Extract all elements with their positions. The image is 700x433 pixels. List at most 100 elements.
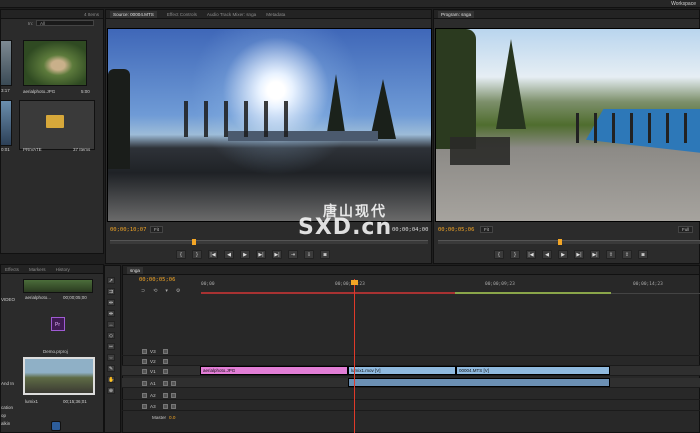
pen-tool-icon[interactable]: ✎ (107, 365, 115, 372)
step-forward-button[interactable]: ▶| (256, 250, 266, 259)
premiere-project-icon[interactable]: Pr (51, 317, 65, 331)
timeline-timecode[interactable]: 00;00;05;06 (139, 277, 175, 283)
hand-tool-icon[interactable]: ✋ (107, 376, 115, 383)
tab-markers[interactable]: Markers (29, 267, 46, 272)
track-header: Master 0.0 (122, 412, 200, 422)
go-to-out-button[interactable]: ▶| (272, 250, 282, 259)
aerialphoto-media-thumb[interactable] (23, 279, 93, 293)
export-frame-button[interactable]: ◙ (320, 250, 330, 259)
program-fit-dropdown[interactable]: Fit (480, 226, 493, 233)
tab-program[interactable]: Program: snga (438, 10, 475, 18)
razor-tool-icon[interactable]: ◇ (107, 332, 115, 339)
tab-effects[interactable]: Effects (5, 267, 19, 272)
timeline-playhead-handle[interactable] (351, 280, 358, 285)
program-zoom-dropdown[interactable]: Full (678, 226, 694, 233)
snap-icon[interactable]: ⊃ (141, 288, 145, 294)
step-forward-button[interactable]: ▶| (574, 250, 584, 259)
wrench-icon[interactable]: ⚙ (176, 288, 180, 294)
export-frame-button[interactable]: ◙ (638, 250, 648, 259)
track-select-tool-icon[interactable]: ⇉ (107, 288, 115, 295)
add-marker-icon[interactable]: ▾ (165, 288, 168, 294)
media-item-name: aerialphoto... (25, 295, 52, 300)
linked-selection-icon[interactable]: ⟲ (153, 288, 157, 294)
workspace-label[interactable]: Workspace (671, 1, 696, 7)
mark-in-button[interactable]: { (176, 250, 186, 259)
step-back-button[interactable]: ◀ (224, 250, 234, 259)
source-video-frame[interactable] (107, 28, 432, 222)
slip-tool-icon[interactable]: ⇿ (107, 343, 115, 350)
solo-icon[interactable] (171, 380, 176, 386)
mute-icon[interactable] (163, 380, 168, 386)
source-scrubber[interactable] (110, 239, 428, 245)
mute-icon[interactable] (163, 403, 168, 409)
project-panel: 4 Items In: All 3:17 aerialphoto.JPG 5:0… (0, 9, 104, 254)
mark-out-button[interactable]: } (192, 250, 202, 259)
source-playhead[interactable] (192, 239, 196, 245)
media-item-name: Demo.prproj (43, 349, 68, 354)
lock-icon[interactable] (142, 358, 147, 364)
tab-sequence[interactable]: snga (127, 266, 143, 274)
ripple-edit-tool-icon[interactable]: ⇹ (107, 299, 115, 306)
program-playhead[interactable] (558, 239, 562, 245)
eye-icon[interactable] (163, 368, 168, 374)
program-timecode[interactable]: 00;00;05;06 (438, 227, 474, 233)
private-folder-item[interactable] (19, 100, 95, 150)
go-to-out-button[interactable]: ▶| (590, 250, 600, 259)
side-label: And In (1, 381, 15, 386)
extract-button[interactable]: ⇪ (622, 250, 632, 259)
tab-source[interactable]: Source: 00004.MTS (110, 10, 157, 18)
mark-out-button[interactable]: } (510, 250, 520, 259)
timeline-playhead-line[interactable] (354, 279, 355, 433)
tab-audio-mixer[interactable]: Audio Track Mixer: snga (207, 12, 256, 17)
tree-silhouette (108, 69, 130, 169)
lock-icon[interactable] (142, 392, 147, 398)
audio-clip[interactable] (348, 378, 610, 387)
mute-icon[interactable] (163, 392, 168, 398)
project-item-name: aerialphoto.JPG (23, 89, 56, 94)
lock-icon[interactable] (142, 403, 147, 409)
source-fit-dropdown[interactable]: Fit (150, 226, 163, 233)
program-scrubber[interactable] (438, 239, 700, 245)
work-area-bar[interactable] (455, 292, 611, 294)
insert-button[interactable]: ⇥ (288, 250, 298, 259)
tab-metadata[interactable]: Metadata (266, 12, 285, 17)
mark-in-button[interactable]: { (494, 250, 504, 259)
clip-00004[interactable]: 00004.MTS [V] (456, 366, 610, 375)
eye-icon[interactable] (163, 358, 168, 364)
time-ruler[interactable]: 00;00 00;00;04;23 00;00;09;23 00;00;14;2… (201, 280, 700, 294)
clip-lumix1[interactable]: lumix1.mov [V] (348, 366, 456, 375)
lumix1-media-thumb[interactable] (23, 357, 95, 395)
go-to-in-button[interactable]: |◀ (208, 250, 218, 259)
tab-history[interactable]: History (56, 267, 70, 272)
in-dropdown[interactable]: All (36, 20, 95, 26)
go-to-in-button[interactable]: |◀ (526, 250, 536, 259)
solo-icon[interactable] (171, 392, 176, 398)
solo-icon[interactable] (171, 403, 176, 409)
step-back-button[interactable]: ◀ (542, 250, 552, 259)
master-value[interactable]: 0.0 (169, 415, 175, 420)
project-item-thumb[interactable] (0, 40, 12, 86)
selection-tool-icon[interactable]: ➚ (107, 277, 115, 284)
program-video-frame[interactable] (435, 28, 700, 222)
lock-icon[interactable] (142, 380, 147, 386)
source-timecode-left[interactable]: 00;00;10;07 (110, 227, 146, 233)
clip-aerialphoto[interactable]: aerialphoto.JPG (200, 366, 348, 375)
media-item-thumb[interactable] (51, 421, 61, 431)
overwrite-button[interactable]: ⇩ (304, 250, 314, 259)
project-item-thumb[interactable] (0, 100, 12, 146)
rate-stretch-tool-icon[interactable]: ↔ (107, 321, 115, 328)
play-button[interactable]: ▶ (240, 250, 250, 259)
play-button[interactable]: ▶ (558, 250, 568, 259)
slide-tool-icon[interactable]: ⇔ (107, 354, 115, 361)
aerialphoto-thumb[interactable] (23, 40, 87, 86)
media-item-duration: 00;15;36;01 (63, 399, 87, 404)
side-label: op (1, 413, 7, 418)
rolling-edit-tool-icon[interactable]: ⇼ (107, 310, 115, 317)
work-area-bar[interactable] (201, 292, 455, 294)
zoom-tool-icon[interactable]: ⊕ (107, 387, 115, 394)
lock-icon[interactable] (142, 368, 147, 374)
lift-button[interactable]: ⇧ (606, 250, 616, 259)
tab-effect-controls[interactable]: Effect Controls (167, 12, 197, 17)
lock-icon[interactable] (142, 348, 147, 354)
eye-icon[interactable] (163, 348, 168, 354)
